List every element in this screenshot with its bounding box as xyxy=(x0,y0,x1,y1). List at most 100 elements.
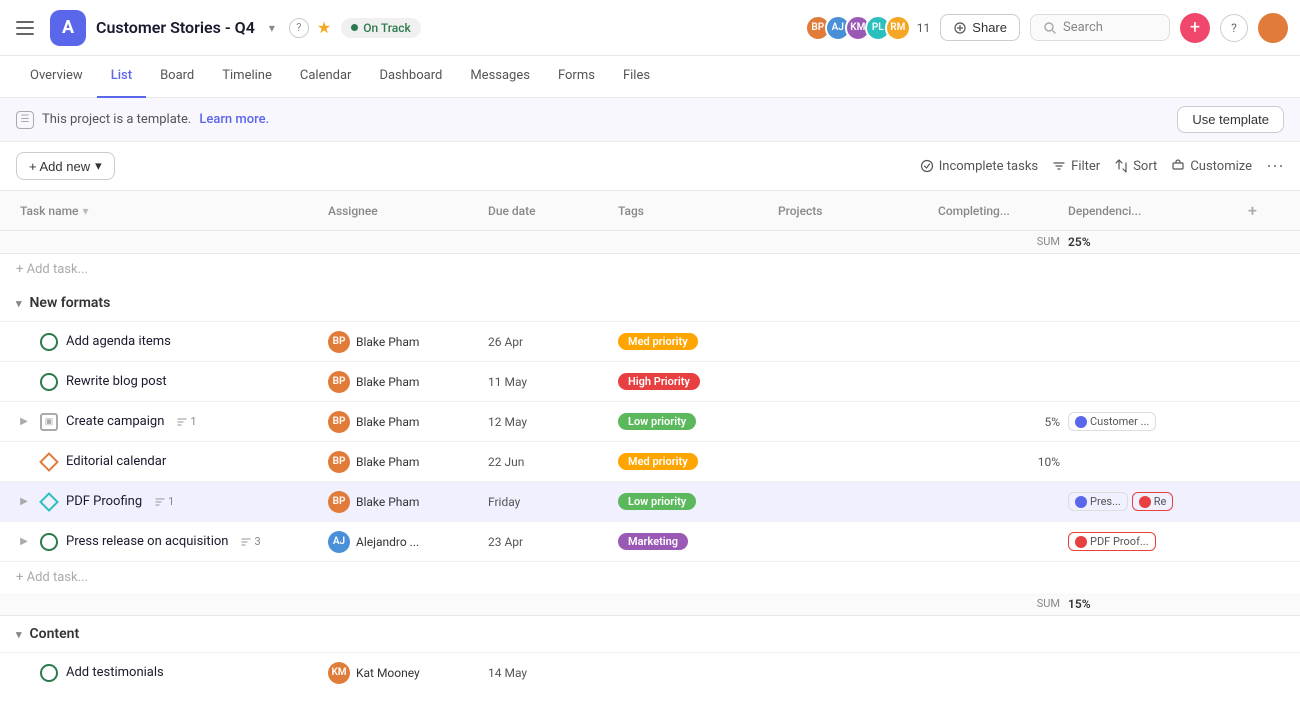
task-name: Press release on acquisition xyxy=(66,534,228,549)
task-name-cell: ▶ Press release on acquisition 3 xyxy=(16,527,324,557)
col-dependencies: Dependenci... xyxy=(1064,198,1244,224)
due-date: 22 Jun xyxy=(484,455,614,469)
assignee-avatar: BP xyxy=(328,451,350,473)
task-name: Rewrite blog post xyxy=(66,374,167,389)
task-row[interactable]: Add agenda items BP Blake Pham 26 Apr Me… xyxy=(0,322,1300,362)
use-template-button[interactable]: Use template xyxy=(1177,106,1284,133)
user-avatar[interactable] xyxy=(1258,13,1288,43)
add-new-chevron-icon: ▾ xyxy=(95,158,102,174)
col-add[interactable]: + xyxy=(1244,195,1284,226)
due-date: 14 May xyxy=(484,666,614,680)
sort-label: Sort xyxy=(1133,159,1157,174)
expand-icon[interactable]: ▶ xyxy=(16,494,32,510)
more-options-button[interactable]: ⋯ xyxy=(1266,156,1284,177)
col-tags: Tags xyxy=(614,198,774,224)
task-status-icon[interactable] xyxy=(40,333,58,351)
task-status-icon[interactable]: ▣ xyxy=(40,413,58,431)
section-content[interactable]: ▾ Content xyxy=(0,616,1300,653)
task-name-cell: Add agenda items xyxy=(16,327,324,357)
expand-icon[interactable] xyxy=(16,374,32,390)
title-chevron-icon[interactable]: ▾ xyxy=(269,21,275,35)
assignee-cell: BP Blake Pham xyxy=(324,451,484,473)
assignee-cell: BP Blake Pham xyxy=(324,331,484,353)
task-name: Add testimonials xyxy=(66,665,164,680)
assignee-cell: BP Blake Pham xyxy=(324,371,484,393)
task-status-icon[interactable] xyxy=(40,493,58,511)
assignee-avatar: BP xyxy=(328,331,350,353)
filter-label: Filter xyxy=(1071,159,1100,174)
customize-button[interactable]: Customize xyxy=(1171,159,1252,174)
add-new-label: + Add new xyxy=(29,159,90,174)
template-icon: ☰ xyxy=(16,111,34,129)
section-new-formats[interactable]: ▾ New formats xyxy=(0,285,1300,322)
task-row[interactable]: ▶ ▣ Create campaign 1 BP Blake Pham 12 M… xyxy=(0,402,1300,442)
col-sort-icon[interactable]: ▾ xyxy=(82,204,88,218)
avatars-group: BP AJ KM PL RM 11 xyxy=(805,15,931,41)
search-box[interactable]: Search xyxy=(1030,14,1170,41)
add-button[interactable]: + xyxy=(1180,13,1210,43)
top-bar-right: BP AJ KM PL RM 11 Share Search + ? xyxy=(805,13,1288,43)
expand-icon[interactable] xyxy=(16,665,32,681)
task-name-cell: Rewrite blog post xyxy=(16,367,324,397)
tab-overview[interactable]: Overview xyxy=(16,56,97,98)
title-icons: ? ★ xyxy=(289,18,331,38)
task-row[interactable]: Rewrite blog post BP Blake Pham 11 May H… xyxy=(0,362,1300,402)
task-name: Editorial calendar xyxy=(66,454,166,469)
task-status-icon[interactable] xyxy=(40,373,58,391)
help-circle-icon[interactable]: ? xyxy=(289,18,309,38)
expand-icon[interactable]: ▶ xyxy=(16,534,32,550)
add-task-above[interactable]: + Add task... xyxy=(0,254,1300,285)
share-button[interactable]: Share xyxy=(940,14,1020,41)
task-name: Create campaign xyxy=(66,414,164,429)
star-icon[interactable]: ★ xyxy=(317,18,331,37)
toolbar: + Add new ▾ Incomplete tasks Filter Sort… xyxy=(0,142,1300,191)
dependency-badge: PDF Proof... xyxy=(1068,532,1156,551)
task-status-icon[interactable] xyxy=(40,664,58,682)
assignee-name: Blake Pham xyxy=(356,375,419,389)
task-status-icon[interactable] xyxy=(40,533,58,551)
tab-board[interactable]: Board xyxy=(146,56,208,98)
help-button[interactable]: ? xyxy=(1220,14,1248,42)
avatar: RM xyxy=(885,15,911,41)
dep-cell: PDF Proof... xyxy=(1064,532,1244,551)
table-header: Task name ▾ Assignee Due date Tags Proje… xyxy=(0,191,1300,231)
task-row[interactable]: ▶ PDF Proofing 1 BP Blake Pham Friday Lo… xyxy=(0,482,1300,522)
member-count: 11 xyxy=(917,21,931,35)
assignee-name: Blake Pham xyxy=(356,455,419,469)
dependency-badge: Customer ... xyxy=(1068,412,1156,431)
expand-icon[interactable] xyxy=(16,454,32,470)
subtask-badge: 3 xyxy=(240,535,260,548)
tab-messages[interactable]: Messages xyxy=(456,56,544,98)
add-new-button[interactable]: + Add new ▾ xyxy=(16,152,115,180)
top-bar: A Customer Stories - Q4 ▾ ? ★ On Track B… xyxy=(0,0,1300,56)
incomplete-tasks-label: Incomplete tasks xyxy=(939,159,1038,174)
sum-label: SUM xyxy=(934,597,1064,611)
task-status-icon[interactable] xyxy=(40,453,58,471)
search-placeholder: Search xyxy=(1063,20,1103,35)
filter-button[interactable]: Filter xyxy=(1052,159,1100,174)
incomplete-tasks-filter[interactable]: Incomplete tasks xyxy=(920,159,1038,174)
task-row[interactable]: Add testimonials KM Kat Mooney 14 May xyxy=(0,653,1300,689)
task-row[interactable]: ▶ Press release on acquisition 3 AJ Alej… xyxy=(0,522,1300,562)
tab-forms[interactable]: Forms xyxy=(544,56,609,98)
expand-icon[interactable]: ▶ xyxy=(16,414,32,430)
sort-button[interactable]: Sort xyxy=(1114,159,1157,174)
tab-files[interactable]: Files xyxy=(609,56,664,98)
tab-timeline[interactable]: Timeline xyxy=(208,56,286,98)
menu-icon[interactable] xyxy=(12,14,40,42)
task-name-cell: Add testimonials xyxy=(16,658,324,688)
add-task-new-formats[interactable]: + Add task... xyxy=(0,562,1300,593)
tab-list[interactable]: List xyxy=(97,56,146,98)
task-row[interactable]: Editorial calendar BP Blake Pham 22 Jun … xyxy=(0,442,1300,482)
due-date: 23 Apr xyxy=(484,535,614,549)
tab-calendar[interactable]: Calendar xyxy=(286,56,366,98)
tag-badge: Low priority xyxy=(618,413,696,430)
dep-icon xyxy=(1075,416,1087,428)
tag-cell: High Priority xyxy=(614,373,774,390)
assignee-name: Kat Mooney xyxy=(356,666,420,680)
expand-icon[interactable] xyxy=(16,334,32,350)
learn-more-link[interactable]: Learn more. xyxy=(199,112,269,127)
tab-dashboard[interactable]: Dashboard xyxy=(365,56,456,98)
assignee-cell: KM Kat Mooney xyxy=(324,662,484,684)
tag-badge: Med priority xyxy=(618,453,698,470)
